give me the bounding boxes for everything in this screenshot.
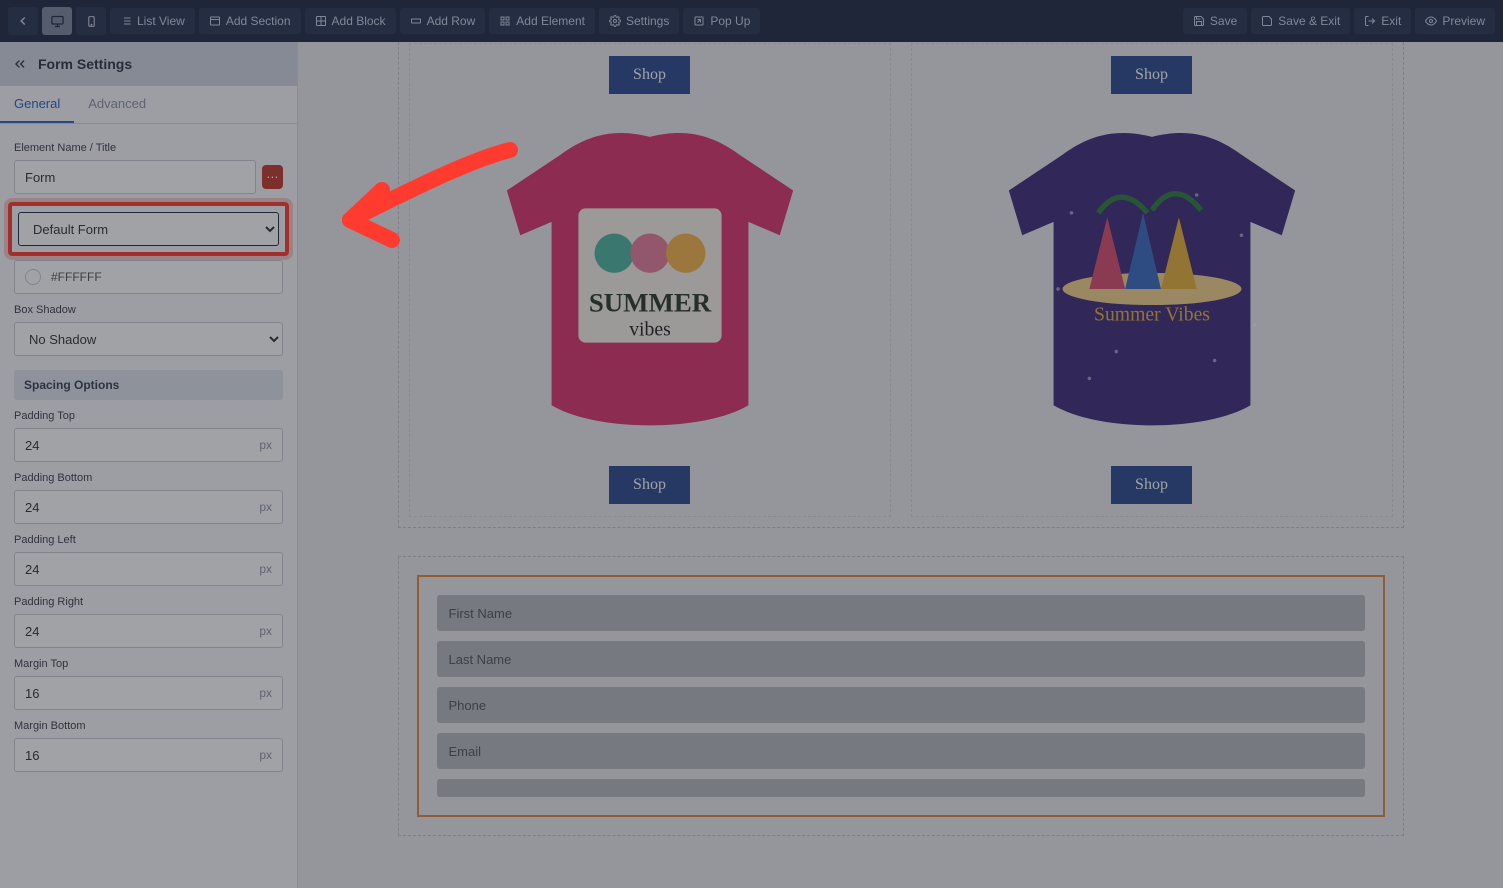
- product-image: SUMMER vibes: [470, 110, 830, 450]
- arrow-left-icon: [16, 14, 30, 28]
- button-label: Add Row: [427, 14, 476, 28]
- last-name-input[interactable]: [437, 641, 1365, 677]
- padding-right-label: Padding Right: [14, 596, 283, 608]
- bg-color-input[interactable]: #FFFFFF: [14, 260, 283, 294]
- button-label: Exit: [1381, 14, 1401, 28]
- top-toolbar: List View Add Section Add Block Add Row …: [0, 0, 1503, 42]
- save-exit-button[interactable]: Save & Exit: [1251, 8, 1350, 34]
- button-label: Save: [1210, 14, 1237, 28]
- add-block-button[interactable]: Add Block: [305, 8, 396, 34]
- settings-tabs: General Advanced: [0, 86, 297, 124]
- button-label: Add Block: [332, 14, 386, 28]
- panel-title: Form Settings: [38, 56, 132, 72]
- box-shadow-select[interactable]: No Shadow: [14, 322, 283, 356]
- product-column[interactable]: Shop Summe: [911, 43, 1393, 517]
- save-button[interactable]: Save: [1183, 8, 1247, 34]
- back-button[interactable]: [8, 7, 38, 35]
- email-input[interactable]: [437, 733, 1365, 769]
- margin-bottom-label: Margin Bottom: [14, 720, 283, 732]
- form-field-stub: [437, 779, 1365, 797]
- exit-button[interactable]: Exit: [1354, 8, 1411, 34]
- unit-label: px: [249, 686, 282, 700]
- chevron-left-double-icon[interactable]: [12, 56, 28, 72]
- padding-bottom-input[interactable]: [15, 500, 249, 515]
- button-label: Add Element: [516, 14, 585, 28]
- button-label: Preview: [1442, 14, 1485, 28]
- svg-text:Summer Vibes: Summer Vibes: [1094, 303, 1210, 325]
- padding-bottom-label: Padding Bottom: [14, 472, 283, 484]
- list-view-label: List View: [137, 14, 185, 28]
- element-more-button[interactable]: ⋯: [262, 165, 283, 189]
- editor-canvas: Shop SUMMER vibes Shop: [298, 42, 1503, 888]
- gear-icon: [609, 15, 621, 27]
- padding-left-label: Padding Left: [14, 534, 283, 546]
- padding-top-input[interactable]: [15, 438, 249, 453]
- shop-button[interactable]: Shop: [609, 56, 690, 94]
- save-icon: [1193, 15, 1205, 27]
- shop-button[interactable]: Shop: [1111, 56, 1192, 94]
- margin-top-label: Margin Top: [14, 658, 283, 670]
- first-name-input[interactable]: [437, 595, 1365, 631]
- settings-sidebar: Form Settings General Advanced Element N…: [0, 42, 298, 888]
- svg-text:vibes: vibes: [629, 318, 671, 340]
- product-column[interactable]: Shop SUMMER vibes Shop: [409, 43, 891, 517]
- save-exit-icon: [1261, 15, 1273, 27]
- button-label: Pop Up: [710, 14, 750, 28]
- settings-button[interactable]: Settings: [599, 8, 679, 34]
- mobile-view-button[interactable]: [76, 7, 106, 35]
- form-select[interactable]: Default Form: [18, 212, 279, 246]
- product-image: Summer Vibes: [972, 110, 1332, 450]
- padding-right-input[interactable]: [15, 624, 249, 639]
- shop-button[interactable]: Shop: [609, 466, 690, 504]
- color-swatch-icon: [25, 269, 41, 285]
- unit-label: px: [249, 562, 282, 576]
- popup-button[interactable]: Pop Up: [683, 8, 760, 34]
- preview-button[interactable]: Preview: [1415, 8, 1495, 34]
- element-name-label: Element Name / Title: [14, 142, 283, 154]
- form-element[interactable]: [417, 575, 1385, 817]
- tab-general[interactable]: General: [0, 86, 74, 123]
- tab-advanced[interactable]: Advanced: [74, 86, 160, 123]
- mobile-icon: [85, 15, 98, 28]
- exit-icon: [1364, 15, 1376, 27]
- list-view-button[interactable]: List View: [110, 8, 195, 34]
- spacing-heading: Spacing Options: [14, 370, 283, 400]
- section-icon: [209, 15, 221, 27]
- shop-button[interactable]: Shop: [1111, 466, 1192, 504]
- padding-left-input[interactable]: [15, 562, 249, 577]
- form-select-highlight: Default Form: [8, 202, 289, 256]
- box-shadow-label: Box Shadow: [14, 304, 283, 316]
- element-icon: [499, 15, 511, 27]
- add-section-button[interactable]: Add Section: [199, 8, 301, 34]
- add-element-button[interactable]: Add Element: [489, 8, 595, 34]
- popup-icon: [693, 15, 705, 27]
- bg-color-value: #FFFFFF: [51, 270, 102, 284]
- unit-label: px: [249, 500, 282, 514]
- eye-icon: [1425, 15, 1437, 27]
- button-label: Settings: [626, 14, 669, 28]
- add-row-button[interactable]: Add Row: [400, 8, 486, 34]
- desktop-view-button[interactable]: [42, 7, 72, 35]
- unit-label: px: [249, 624, 282, 638]
- margin-bottom-input[interactable]: [15, 748, 249, 763]
- margin-top-input[interactable]: [15, 686, 249, 701]
- padding-top-label: Padding Top: [14, 410, 283, 422]
- row-icon: [410, 15, 422, 27]
- button-label: Add Section: [226, 14, 291, 28]
- button-label: Save & Exit: [1278, 14, 1340, 28]
- list-icon: [120, 15, 132, 27]
- form-section[interactable]: [398, 556, 1404, 836]
- unit-label: px: [249, 748, 282, 762]
- unit-label: px: [249, 438, 282, 452]
- phone-input[interactable]: [437, 687, 1365, 723]
- svg-text:SUMMER: SUMMER: [588, 287, 711, 317]
- product-row: Shop SUMMER vibes Shop: [398, 42, 1404, 528]
- block-icon: [315, 15, 327, 27]
- desktop-icon: [50, 14, 65, 29]
- element-name-input[interactable]: [14, 160, 256, 194]
- panel-header: Form Settings: [0, 42, 297, 86]
- ellipsis-icon: ⋯: [266, 170, 278, 184]
